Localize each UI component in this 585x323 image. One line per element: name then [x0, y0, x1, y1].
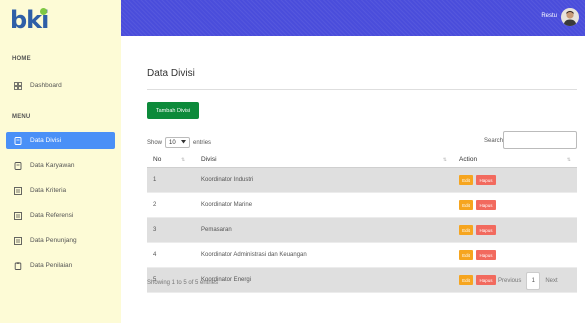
page-1-button[interactable]: 1 [526, 272, 541, 290]
table-header: No ⇅ Divisi ⇅ Action ⇅ [147, 152, 577, 168]
logo-dot-icon [40, 8, 47, 15]
table-row: 3 Pemasaran Edit Hapus [147, 218, 577, 243]
cell-no: 1 [153, 177, 157, 183]
file-icon [14, 161, 22, 170]
list-icon [14, 236, 22, 245]
next-page-button[interactable]: Next [545, 278, 557, 284]
cell-divisi: Koordinator Administrasi dan Keuangan [201, 252, 307, 258]
delete-button[interactable]: Hapus [476, 225, 496, 235]
avatar[interactable] [561, 8, 579, 26]
section-label-home: HOME [12, 56, 31, 62]
top-bar: Restu [121, 0, 585, 36]
column-header-no[interactable]: No ⇅ [147, 152, 191, 167]
cell-action: Edit Hapus [451, 168, 577, 192]
edit-button[interactable]: Edit [459, 175, 473, 185]
page-title: Data Divisi [147, 68, 195, 79]
sidebar-item-label: Data Karyawan [30, 162, 75, 169]
delete-button[interactable]: Hapus [476, 200, 496, 210]
column-label: No [153, 156, 162, 163]
delete-button[interactable]: Hapus [476, 175, 496, 185]
sidebar: bki HOME Dashboard MENU Data Divisi Data… [0, 0, 121, 323]
table-row: 4 Koordinator Administrasi dan Keuangan … [147, 243, 577, 268]
sidebar-item-label: Data Kriteria [30, 187, 67, 194]
sort-icon: ⇅ [566, 156, 571, 163]
cell-no: 4 [153, 252, 157, 258]
sort-icon: ⇅ [442, 156, 447, 163]
column-header-divisi[interactable]: Divisi ⇅ [191, 152, 451, 167]
edit-button[interactable]: Edit [459, 275, 473, 285]
cell-divisi: Koordinator Industri [201, 177, 254, 183]
sidebar-item-data-penilaian[interactable]: Data Penilaian [6, 257, 115, 274]
add-divisi-button[interactable]: Tambah Divisi [147, 102, 199, 119]
cell-action: Edit Hapus [451, 193, 577, 217]
clipboard-icon [14, 261, 22, 270]
delete-button[interactable]: Hapus [476, 250, 496, 260]
cell-divisi: Koordinator Energi [201, 277, 252, 283]
sidebar-item-data-referensi[interactable]: Data Referensi [6, 207, 115, 224]
edit-button[interactable]: Edit [459, 200, 473, 210]
sidebar-item-data-kriteria[interactable]: Data Kriteria [6, 182, 115, 199]
section-label-menu: MENU [12, 114, 31, 120]
search-label: Search: [484, 138, 505, 144]
entries-length-control: Show 10 entries [147, 137, 211, 148]
entries-length-value: 10 [169, 139, 176, 146]
table-row: 1 Koordinator Industri Edit Hapus [147, 168, 577, 193]
sidebar-item-label: Dashboard [30, 82, 62, 89]
cell-no: 3 [153, 227, 157, 233]
column-header-action[interactable]: Action ⇅ [451, 152, 577, 167]
entries-label: entries [193, 139, 212, 146]
column-label: Divisi [201, 156, 217, 163]
table-row: 2 Koordinator Marine Edit Hapus [147, 193, 577, 218]
title-divider [147, 89, 577, 90]
pagination: Previous 1 Next [498, 272, 558, 290]
entries-length-select[interactable]: 10 [165, 137, 191, 148]
sidebar-item-label: Data Divisi [30, 137, 62, 144]
cell-divisi: Pemasaran [201, 227, 232, 233]
sidebar-item-data-karyawan[interactable]: Data Karyawan [6, 157, 115, 174]
sidebar-item-data-divisi[interactable]: Data Divisi [6, 132, 115, 149]
delete-button[interactable]: Hapus [476, 275, 496, 285]
sidebar-item-label: Data Penilaian [30, 262, 73, 269]
previous-page-button[interactable]: Previous [498, 278, 521, 284]
chevron-down-icon [181, 139, 187, 146]
logo[interactable]: bki [10, 6, 49, 34]
cell-action: Edit Hapus [451, 218, 577, 242]
sidebar-item-dashboard[interactable]: Dashboard [6, 77, 115, 94]
search-input[interactable] [503, 131, 577, 149]
list-icon [14, 211, 22, 220]
edit-button[interactable]: Edit [459, 225, 473, 235]
show-label: Show [147, 139, 163, 146]
cell-action: Edit Hapus [451, 243, 577, 267]
sidebar-item-label: Data Referensi [30, 212, 74, 219]
sort-icon: ⇅ [181, 156, 186, 163]
dashboard-icon [14, 81, 22, 90]
user-name[interactable]: Restu [541, 13, 557, 19]
edit-button[interactable]: Edit [459, 250, 473, 260]
sidebar-item-label: Data Penunjang [30, 237, 77, 244]
sidebar-item-data-penunjang[interactable]: Data Penunjang [6, 232, 115, 249]
list-icon [14, 186, 22, 195]
cell-no: 2 [153, 202, 157, 208]
column-label: Action [459, 156, 478, 163]
table-info: Showing 1 to 5 of 5 entries [147, 280, 219, 286]
file-icon [14, 136, 22, 145]
cell-divisi: Koordinator Marine [201, 202, 253, 208]
